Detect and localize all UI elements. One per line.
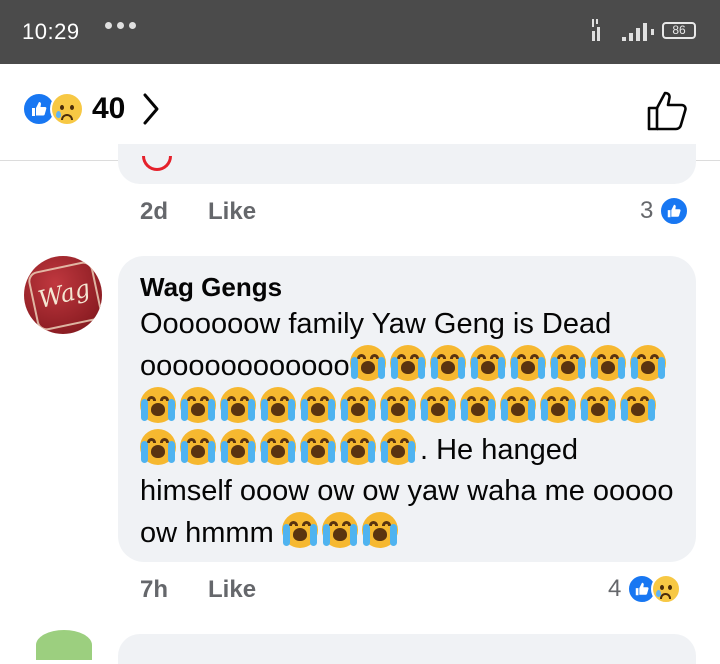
avatar[interactable]: Wag — [24, 256, 102, 334]
chevron-right-icon[interactable] — [141, 92, 161, 126]
loudly-crying-face-icon — [340, 429, 376, 465]
reaction-count: 4 — [608, 575, 622, 602]
like-icon — [659, 196, 690, 226]
comment-author[interactable]: Wag Gengs — [140, 270, 676, 304]
loudly-crying-face-icon — [260, 387, 296, 423]
comment-actions: 7h Like — [140, 576, 256, 604]
comment-time[interactable]: 2d — [140, 198, 168, 226]
loudly-crying-face-icon — [580, 387, 616, 423]
loudly-crying-face-icon — [220, 387, 256, 423]
reactions-summary[interactable]: 40 — [22, 92, 161, 126]
battery-icon: 86 — [662, 22, 696, 39]
comment-bubble[interactable]: Wag Gengs Ooooooow family Yaw Geng is De… — [118, 256, 696, 562]
previous-comment-actions: 2d Like — [140, 198, 256, 226]
like-button[interactable]: Like — [208, 198, 256, 226]
sad-icon — [50, 92, 84, 126]
loudly-crying-face-icon — [260, 429, 296, 465]
like-button[interactable]: Like — [208, 576, 256, 604]
loudly-crying-face-icon — [500, 387, 536, 423]
reaction-count: 3 — [640, 197, 654, 224]
loudly-crying-face-icon — [629, 345, 666, 381]
loudly-crying-face-icon — [380, 429, 416, 465]
loudly-crying-face-icon — [349, 345, 386, 381]
next-comment-bubble[interactable] — [118, 634, 696, 664]
loudly-crying-face-icon — [420, 387, 456, 423]
loudly-crying-face-icon — [180, 387, 216, 423]
sad-icon — [651, 574, 682, 604]
loudly-crying-face-icon — [300, 387, 336, 423]
comment-reactions[interactable]: 4 — [608, 574, 682, 604]
loudly-crying-face-icon — [380, 387, 416, 423]
loudly-crying-face-icon — [469, 345, 506, 381]
comment-time[interactable]: 7h — [140, 576, 168, 604]
signal-strength-icon — [622, 23, 654, 41]
loudly-crying-face-icon — [509, 345, 546, 381]
loudly-crying-face-icon — [549, 345, 586, 381]
loudly-crying-face-icon — [589, 345, 626, 381]
thumbs-up-outline-icon[interactable] — [646, 90, 690, 132]
status-bar: 10:29 86 — [0, 0, 720, 64]
loudly-crying-face-icon — [281, 512, 318, 548]
loudly-crying-face-icon — [140, 387, 176, 423]
status-time: 10:29 — [22, 19, 80, 44]
loudly-crying-face-icon — [321, 512, 358, 548]
loudly-crying-face-icon — [300, 429, 336, 465]
loudly-crying-face-icon — [389, 345, 426, 381]
loudly-crying-face-icon — [460, 387, 496, 423]
loudly-crying-face-icon — [220, 429, 256, 465]
loudly-crying-face-icon — [429, 345, 466, 381]
comment-text: Ooooooow family Yaw Geng is Dead ooooooo… — [140, 304, 676, 554]
loudly-crying-face-icon — [361, 512, 398, 548]
loudly-crying-face-icon — [620, 387, 656, 423]
previous-comment-bubble — [118, 144, 696, 184]
loudly-crying-face-icon — [340, 387, 376, 423]
emoji-remnant-icon — [142, 156, 172, 171]
signal-4g-icon — [592, 19, 600, 41]
more-notifications-icon — [105, 22, 136, 29]
reaction-count: 40 — [92, 92, 126, 125]
next-avatar[interactable] — [36, 630, 92, 660]
loudly-crying-face-icon — [180, 429, 216, 465]
loudly-crying-face-icon — [140, 429, 176, 465]
loudly-crying-face-icon — [540, 387, 576, 423]
previous-comment-reactions[interactable]: 3 — [640, 196, 690, 226]
